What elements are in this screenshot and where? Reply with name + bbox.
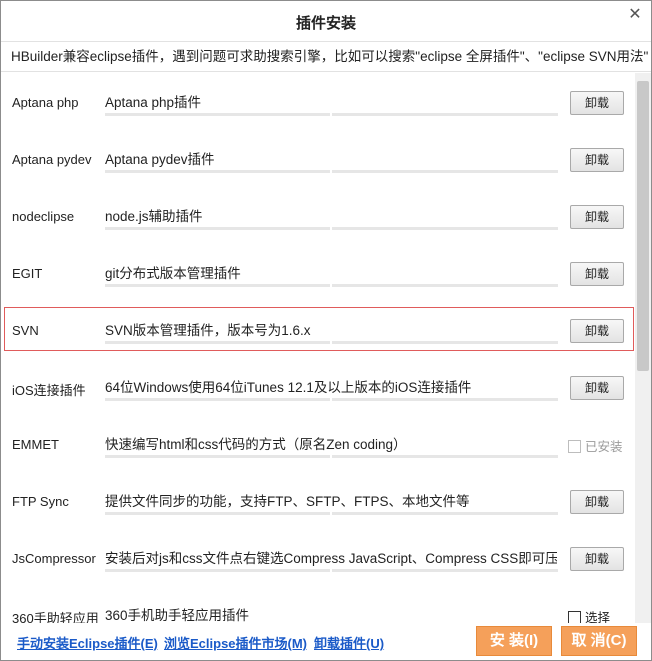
description-underline [105, 227, 558, 230]
cancel-button[interactable]: 取 消(C) [561, 626, 637, 656]
plugin-row[interactable]: nodeclipse node.js辅助插件 卸载 [1, 187, 635, 244]
uninstall-button[interactable]: 卸载 [570, 148, 624, 172]
uninstall-button[interactable]: 卸载 [570, 262, 624, 286]
description-underline [105, 455, 558, 458]
plugin-name: Aptana php [12, 95, 79, 110]
uninstall-button[interactable]: 卸载 [570, 376, 624, 400]
uninstall-button[interactable]: 卸载 [570, 91, 624, 115]
plugin-description: 快速编写html和css代码的方式（原名Zen coding） [105, 437, 407, 452]
installed-label: 已安装 [585, 440, 623, 454]
select-checkbox[interactable]: 选择 [568, 607, 610, 623]
uninstall-button[interactable]: 卸载 [570, 205, 624, 229]
plugin-row[interactable]: 360手助轻应用 360手机助手轻应用插件 选择 [1, 586, 635, 623]
description-underline [105, 284, 558, 287]
plugin-description: 360手机助手轻应用插件 [105, 608, 250, 623]
plugin-row[interactable]: EMMET 快速编写html和css代码的方式（原名Zen coding） 已安… [1, 415, 635, 472]
notice-text: HBuilder兼容eclipse插件，遇到问题可求助搜索引擎，比如可以搜索"e… [1, 42, 651, 72]
plugin-description: 64位Windows使用64位iTunes 12.1及以上版本的iOS连接插件 [105, 380, 472, 395]
plugin-name: SVN [12, 323, 39, 338]
plugin-description: node.js辅助插件 [105, 209, 203, 224]
plugin-description: git分布式版本管理插件 [105, 266, 241, 281]
plugin-name: EGIT [12, 266, 43, 281]
vertical-scrollbar[interactable] [635, 73, 651, 623]
uninstall-plugin-link[interactable]: 卸载插件(U) [314, 633, 384, 652]
uninstall-button[interactable]: 卸载 [570, 490, 624, 514]
plugin-list[interactable]: Aptana php Aptana php插件 卸载 Aptana pydev … [1, 73, 635, 623]
browse-market-link[interactable]: 浏览Eclipse插件市场(M) [164, 633, 307, 652]
manual-install-link[interactable]: 手动安装Eclipse插件(E) [17, 633, 158, 652]
plugin-name: JsCompressor [12, 551, 96, 566]
plugin-row[interactable]: FTP Sync 提供文件同步的功能，支持FTP、SFTP、FTPS、本地文件等… [1, 472, 635, 529]
uninstall-button[interactable]: 卸载 [570, 547, 624, 571]
plugin-row[interactable]: Aptana pydev Aptana pydev插件 卸载 [1, 130, 635, 187]
checkbox-icon [568, 440, 581, 453]
plugin-name: Aptana pydev [12, 152, 92, 167]
uninstall-button[interactable]: 卸载 [570, 319, 624, 343]
plugin-row[interactable]: EGIT git分布式版本管理插件 卸载 [1, 244, 635, 301]
plugin-row[interactable]: Aptana php Aptana php插件 卸载 [1, 73, 635, 130]
plugin-row[interactable]: JsCompressor 安装后对js和css文件点右键选Compress Ja… [1, 529, 635, 586]
install-button[interactable]: 安 装(I) [476, 626, 552, 656]
plugin-install-dialog: 插件安装 ✕ HBuilder兼容eclipse插件，遇到问题可求助搜索引擎，比… [0, 0, 652, 661]
plugin-name: EMMET [12, 437, 59, 452]
description-underline [105, 398, 558, 401]
installed-checkbox: 已安装 [568, 436, 623, 455]
plugin-name: nodeclipse [12, 209, 75, 224]
plugin-description: 安装后对js和css文件点右键选Compress JavaScript、Comp… [105, 551, 557, 566]
plugin-description: Aptana pydev插件 [105, 152, 215, 167]
plugin-name: 360手助轻应用 [12, 611, 99, 623]
plugin-row-selected[interactable]: SVN SVN版本管理插件，版本号为1.6.x 卸载 [1, 301, 635, 358]
description-underline [105, 569, 558, 572]
plugin-description: Aptana php插件 [105, 95, 202, 110]
plugin-row[interactable]: iOS连接插件 64位Windows使用64位iTunes 12.1及以上版本的… [1, 358, 635, 415]
title-bar: 插件安装 ✕ [1, 1, 651, 42]
description-underline [105, 512, 558, 515]
plugin-name: FTP Sync [12, 494, 69, 509]
checkbox-icon[interactable] [568, 611, 581, 623]
plugin-description: SVN版本管理插件，版本号为1.6.x [105, 323, 311, 338]
description-underline [105, 170, 558, 173]
dialog-title: 插件安装 [295, 15, 356, 32]
description-underline [105, 341, 558, 344]
description-underline [105, 113, 558, 116]
dialog-footer: 手动安装Eclipse插件(E) 浏览Eclipse插件市场(M) 卸载插件(U… [1, 623, 651, 660]
plugin-name: iOS连接插件 [12, 383, 86, 398]
plugin-description: 提供文件同步的功能，支持FTP、SFTP、FTPS、本地文件等 [105, 494, 470, 509]
scrollbar-thumb[interactable] [637, 81, 649, 371]
select-label: 选择 [585, 611, 611, 623]
close-icon[interactable]: ✕ [627, 7, 643, 23]
